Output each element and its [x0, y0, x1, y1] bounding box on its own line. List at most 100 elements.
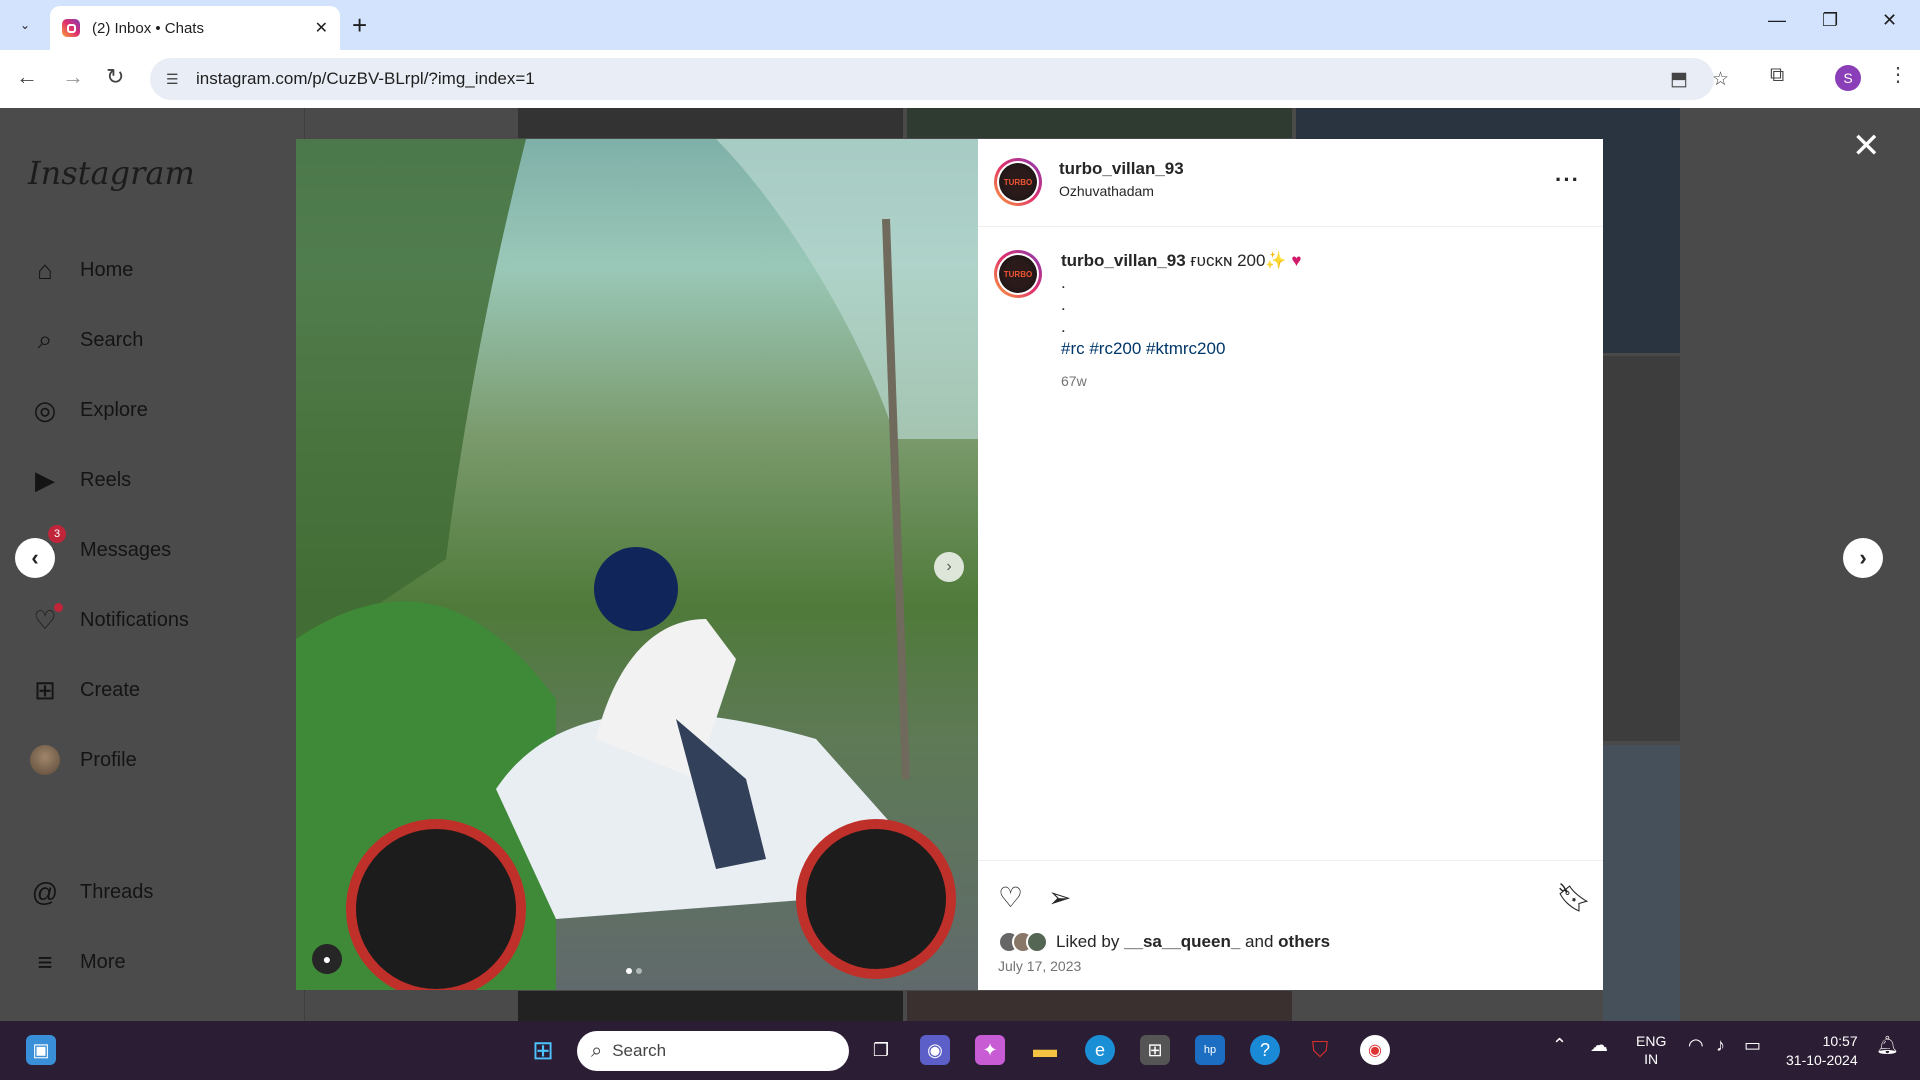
browser-toolbar: ← → ↻ ☰ instagram.com/p/CuzBV-BLrpl/?img…	[0, 50, 1920, 108]
page-scrollbar[interactable]	[1902, 108, 1920, 1021]
grid-post[interactable]	[1603, 745, 1680, 1021]
instagram-logo[interactable]: Instagram	[28, 154, 195, 192]
grid-post[interactable]	[907, 108, 1292, 138]
post-caption: turbo_villan_93 ғᴜᴄᴋɴ 200✨ ♥ . . . #rc #…	[1061, 250, 1301, 392]
forward-button[interactable]: →	[62, 64, 84, 90]
share-send-icon[interactable]: ➢	[1048, 881, 1071, 914]
battery-icon[interactable]: ▭	[1744, 1035, 1761, 1056]
menu-icon: ≡	[37, 946, 53, 977]
tab-close-icon[interactable]: ✕	[315, 18, 328, 38]
sidebar-item-profile[interactable]: Profile	[28, 740, 137, 780]
close-modal-icon[interactable]: ✕	[1852, 126, 1881, 166]
caption-username[interactable]: turbo_villan_93	[1061, 251, 1186, 270]
new-tab-button[interactable]: +	[352, 10, 367, 41]
carousel-next-icon[interactable]: ›	[934, 552, 964, 582]
sidebar-item-home[interactable]: ⌂ Home	[28, 250, 133, 290]
liked-by-prefix: Liked by	[1056, 932, 1120, 951]
sidebar-item-more[interactable]: ≡ More	[28, 942, 125, 982]
like-heart-icon[interactable]: ♡	[998, 881, 1023, 914]
profile-avatar-button[interactable]: S	[1835, 65, 1861, 91]
taskbar-clock[interactable]: 10:57 31-10-2024	[1786, 1032, 1858, 1070]
post-header: TURBO turbo_villan_93 Ozhuvathadam ···	[978, 139, 1603, 227]
minimize-button[interactable]: —	[1768, 10, 1786, 31]
sidebar-item-search[interactable]: ⌕ Search	[28, 320, 144, 360]
sidebar-item-label: Threads	[80, 880, 154, 903]
edge-icon[interactable]: e	[1085, 1035, 1115, 1065]
grid-post[interactable]	[518, 991, 903, 1021]
grid-post[interactable]	[1603, 356, 1680, 741]
mcafee-icon[interactable]: ⛉	[1305, 1035, 1335, 1065]
liker-avatar[interactable]	[1026, 931, 1048, 953]
wifi-icon[interactable]: ◠	[1688, 1035, 1704, 1056]
clock-time: 10:57	[1822, 1033, 1858, 1049]
window-close-button[interactable]: ✕	[1882, 10, 1897, 31]
sidebar-item-threads[interactable]: @ Threads	[28, 872, 154, 912]
post-actions: ♡ ➢ 🔖︎ Liked by __sa__queen_ and others …	[978, 860, 1603, 990]
caption-hashtags[interactable]: #rc #rc200 #ktmrc200	[1061, 338, 1301, 360]
bookmark-star-icon[interactable]: ☆	[1712, 68, 1729, 91]
back-button[interactable]: ←	[16, 64, 38, 90]
address-bar[interactable]: ☰ instagram.com/p/CuzBV-BLrpl/?img_index…	[150, 58, 1729, 100]
teams-icon[interactable]: ◉	[920, 1035, 950, 1065]
reload-button[interactable]: ↻	[106, 64, 124, 90]
caption-author-avatar[interactable]: TURBO	[994, 250, 1042, 298]
onedrive-icon[interactable]: ☁	[1590, 1035, 1608, 1056]
sidebar-item-label: Reels	[80, 468, 132, 491]
volume-icon[interactable]: ♪	[1716, 1035, 1725, 1056]
caption-line: .	[1061, 273, 1066, 292]
motorcycle-photo	[296, 139, 978, 990]
heart-emoji-icon: ♥	[1291, 251, 1302, 270]
grid-post[interactable]	[518, 108, 903, 138]
browser-tab-active[interactable]: (2) Inbox • Chats ✕	[50, 6, 340, 50]
tab-title: (2) Inbox • Chats	[92, 19, 204, 37]
sidebar-item-notifications[interactable]: ♡ Notifications	[28, 600, 189, 640]
save-bookmark-icon[interactable]: 🔖︎	[1556, 881, 1592, 914]
task-view-icon[interactable]: ❐	[866, 1035, 896, 1065]
search-icon: ⌕	[591, 1039, 603, 1062]
store-icon[interactable]: ⊞	[1140, 1035, 1170, 1065]
unread-badge: 3	[48, 525, 66, 543]
sidebar-item-explore[interactable]: ◎ Explore	[28, 390, 148, 430]
author-avatar[interactable]: TURBO	[994, 158, 1042, 206]
notification-bell-icon[interactable]: 🔔︎	[1876, 1035, 1899, 1056]
post-image[interactable]	[296, 139, 978, 990]
heart-icon: ♡	[28, 603, 63, 637]
myhp-icon[interactable]: hp	[1195, 1035, 1225, 1065]
site-info-icon[interactable]: ☰	[166, 71, 186, 88]
chrome-icon[interactable]: ◉	[1360, 1035, 1390, 1065]
restore-button[interactable]: ❐	[1822, 10, 1838, 31]
windows-start-icon[interactable]: ⊞	[528, 1035, 558, 1065]
search-icon: ⌕	[37, 324, 53, 354]
language-indicator[interactable]: ENG IN	[1636, 1032, 1666, 1068]
liked-by-user[interactable]: __sa__queen_	[1124, 932, 1240, 952]
extensions-icon[interactable]: ⧉	[1770, 64, 1784, 87]
tagged-user-icon[interactable]: ●	[312, 944, 342, 974]
clock-date: 31-10-2024	[1786, 1052, 1858, 1068]
more-options-icon[interactable]: ···	[1555, 167, 1580, 193]
browser-menu-icon[interactable]: ⋮	[1888, 62, 1908, 87]
url-text[interactable]: instagram.com/p/CuzBV-BLrpl/?img_index=1	[196, 69, 535, 89]
copilot-icon[interactable]: ✦	[975, 1035, 1005, 1065]
help-icon[interactable]: ?	[1250, 1035, 1280, 1065]
browser-titlebar: ⌄ (2) Inbox • Chats ✕ + — ❐ ✕	[0, 0, 1920, 50]
tray-overflow-icon[interactable]: ⌃	[1552, 1035, 1567, 1056]
post-date[interactable]: July 17, 2023	[998, 958, 1081, 974]
sidebar-item-label: Messages	[80, 538, 172, 561]
liked-by-and: and	[1245, 932, 1274, 951]
next-post-button[interactable]: ›	[1843, 538, 1883, 578]
file-explorer-icon[interactable]: ▬	[1030, 1035, 1060, 1065]
sidebar-item-reels[interactable]: ▶ Reels	[28, 460, 131, 500]
author-username[interactable]: turbo_villan_93	[1059, 159, 1184, 179]
widgets-icon[interactable]: ▣	[26, 1035, 56, 1065]
sidebar-item-create[interactable]: ⊞ Create	[28, 670, 140, 710]
caption-age[interactable]: 67w	[1061, 370, 1301, 392]
post-location[interactable]: Ozhuvathadam	[1059, 183, 1184, 199]
grid-post[interactable]	[907, 991, 1292, 1021]
compass-icon: ◎	[33, 394, 57, 425]
previous-post-button[interactable]: ‹	[15, 538, 55, 578]
liked-by-others[interactable]: others	[1278, 932, 1330, 952]
tab-search-dropdown[interactable]: ⌄	[12, 12, 38, 38]
taskbar-search[interactable]: ⌕ Search	[577, 1031, 849, 1071]
install-app-icon[interactable]: ⬒	[1670, 68, 1688, 91]
caption-line: .	[1061, 317, 1066, 336]
